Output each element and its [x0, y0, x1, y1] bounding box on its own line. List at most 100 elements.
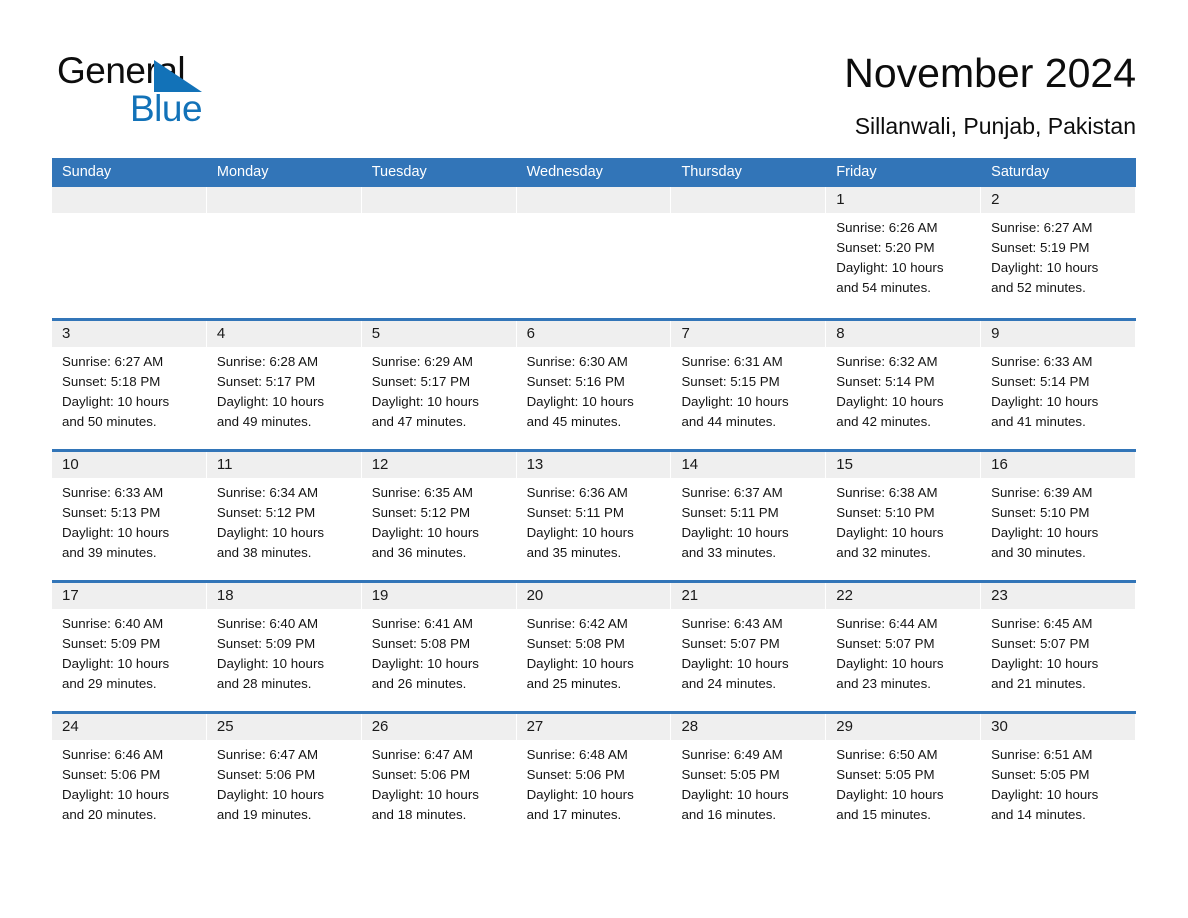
day-number: 13: [516, 452, 672, 478]
day-info-line: Sunset: 5:07 PM: [991, 636, 1090, 651]
day-sun-info: Sunrise: 6:46 AM Sunset: 5:06 PM Daylight:…: [52, 740, 207, 825]
day-number: 30: [981, 714, 1137, 740]
calendar-day-cell[interactable]: 23 Sunrise: 6:45 AM Sunset: 5:07 PM Dayligh…: [981, 583, 1137, 711]
day-number: 26: [361, 714, 517, 740]
day-info-line: Sunrise: 6:35 AM: [371, 485, 473, 500]
day-number: 25: [206, 714, 362, 740]
calendar-day-cell[interactable]: 12 Sunrise: 6:35 AM Sunset: 5:12 PM Dayligh…: [361, 452, 517, 580]
calendar-day-cell-empty: [206, 187, 362, 318]
day-info-line: and 52 minutes.: [991, 280, 1086, 295]
calendar-day-cell[interactable]: 24 Sunrise: 6:46 AM Sunset: 5:06 PM Dayligh…: [52, 714, 207, 842]
calendar-day-cell[interactable]: 14 Sunrise: 6:37 AM Sunset: 5:11 PM Dayligh…: [671, 452, 827, 580]
day-info-line: Sunset: 5:06 PM: [526, 767, 625, 782]
day-sun-info: Sunrise: 6:40 AM Sunset: 5:09 PM Daylight:…: [52, 609, 207, 694]
calendar-day-cell[interactable]: 27 Sunrise: 6:48 AM Sunset: 5:06 PM Dayligh…: [516, 714, 672, 842]
calendar-day-cell[interactable]: 29 Sunrise: 6:50 AM Sunset: 5:05 PM Dayligh…: [826, 714, 982, 842]
day-sun-info: [362, 213, 517, 218]
calendar-day-cell[interactable]: 22 Sunrise: 6:44 AM Sunset: 5:07 PM Dayligh…: [826, 583, 982, 711]
weekday-header-monday: Monday: [216, 164, 269, 180]
day-info-line: and 33 minutes.: [681, 545, 777, 560]
day-sun-info: Sunrise: 6:45 AM Sunset: 5:07 PM Daylight:…: [981, 609, 1136, 694]
calendar-week-row: 3 Sunrise: 6:27 AM Sunset: 5:18 PM Daylight…: [52, 318, 1137, 449]
day-sun-info: Sunrise: 6:37 AM Sunset: 5:11 PM Daylight:…: [671, 478, 826, 563]
day-sun-info: Sunrise: 6:36 AM Sunset: 5:11 PM Daylight:…: [517, 478, 672, 563]
generalblue-logo[interactable]: General Blue: [57, 50, 317, 130]
day-info-line: Sunrise: 6:43 AM: [681, 616, 783, 631]
day-info-line: Daylight: 10 hours: [681, 787, 789, 802]
calendar-week-row: 17 Sunrise: 6:40 AM Sunset: 5:09 PM Dayligh…: [52, 580, 1137, 711]
day-info-line: Sunset: 5:06 PM: [216, 767, 316, 782]
calendar-day-cell-empty: [361, 187, 517, 318]
day-info-line: Sunset: 5:05 PM: [991, 767, 1090, 782]
day-info-line: and 42 minutes.: [836, 414, 931, 429]
calendar-day-cell[interactable]: 13 Sunrise: 6:36 AM Sunset: 5:11 PM Dayligh…: [516, 452, 672, 580]
day-info-line: and 25 minutes.: [526, 676, 622, 691]
day-info-line: Sunrise: 6:42 AM: [526, 616, 628, 631]
calendar-day-cell[interactable]: 2 Sunrise: 6:27 AM Sunset: 5:19 PM Daylight…: [981, 187, 1137, 318]
day-number: 28: [671, 714, 827, 740]
day-info-line: Daylight: 10 hours: [371, 656, 479, 671]
day-info-line: Sunset: 5:05 PM: [681, 767, 780, 782]
calendar-day-cell[interactable]: 17 Sunrise: 6:40 AM Sunset: 5:09 PM Dayligh…: [52, 583, 207, 711]
calendar-day-cell[interactable]: 9 Sunrise: 6:33 AM Sunset: 5:14 PM Daylight…: [981, 321, 1137, 449]
calendar-day-cell[interactable]: 1 Sunrise: 6:26 AM Sunset: 5:20 PM Daylight…: [826, 187, 982, 318]
calendar-day-cell[interactable]: 16 Sunrise: 6:39 AM Sunset: 5:10 PM Dayligh…: [981, 452, 1137, 580]
calendar-day-cell[interactable]: 25 Sunrise: 6:47 AM Sunset: 5:06 PM Dayligh…: [206, 714, 362, 842]
day-info-line: Sunset: 5:09 PM: [216, 636, 316, 651]
calendar-day-cell[interactable]: 3 Sunrise: 6:27 AM Sunset: 5:18 PM Daylight…: [52, 321, 207, 449]
calendar-day-cell[interactable]: 5 Sunrise: 6:29 AM Sunset: 5:17 PM Daylight…: [361, 321, 517, 449]
day-info-line: Sunrise: 6:27 AM: [62, 354, 164, 369]
calendar-day-cell[interactable]: 26 Sunrise: 6:47 AM Sunset: 5:06 PM Dayligh…: [361, 714, 517, 842]
calendar-day-cell[interactable]: 18 Sunrise: 6:40 AM Sunset: 5:09 PM Dayligh…: [206, 583, 362, 711]
day-info-line: Sunrise: 6:40 AM: [62, 616, 164, 631]
day-number: 23: [981, 583, 1137, 609]
day-number: 9: [981, 321, 1137, 347]
day-info-line: and 41 minutes.: [991, 414, 1086, 429]
day-info-line: and 16 minutes.: [681, 807, 777, 822]
calendar-day-cell[interactable]: 19 Sunrise: 6:41 AM Sunset: 5:08 PM Dayligh…: [361, 583, 517, 711]
calendar-weeks: 1 Sunrise: 6:26 AM Sunset: 5:20 PM Daylight…: [52, 187, 1137, 842]
day-info-line: Daylight: 10 hours: [371, 394, 479, 409]
calendar-day-cell[interactable]: 15 Sunrise: 6:38 AM Sunset: 5:10 PM Dayligh…: [826, 452, 982, 580]
day-number: [361, 187, 517, 213]
weekday-header-thursday: Thursday: [681, 164, 742, 180]
day-info-line: and 36 minutes.: [371, 545, 467, 560]
page-title: November 2024: [844, 50, 1136, 96]
day-sun-info: Sunrise: 6:35 AM Sunset: 5:12 PM Daylight:…: [362, 478, 517, 563]
day-number: 22: [826, 583, 982, 609]
calendar-day-cell[interactable]: 4 Sunrise: 6:28 AM Sunset: 5:17 PM Daylight…: [206, 321, 362, 449]
calendar-day-cell[interactable]: 11 Sunrise: 6:34 AM Sunset: 5:12 PM Dayligh…: [206, 452, 362, 580]
day-number: 2: [981, 187, 1137, 213]
day-number: 8: [826, 321, 982, 347]
calendar-day-cell[interactable]: 21 Sunrise: 6:43 AM Sunset: 5:07 PM Dayligh…: [671, 583, 827, 711]
day-number: 20: [516, 583, 672, 609]
calendar-day-cell[interactable]: 8 Sunrise: 6:32 AM Sunset: 5:14 PM Daylight…: [826, 321, 982, 449]
day-info-line: Daylight: 10 hours: [991, 656, 1099, 671]
day-info-line: Daylight: 10 hours: [681, 656, 789, 671]
day-info-line: Sunrise: 6:47 AM: [216, 747, 319, 762]
day-info-line: and 44 minutes.: [681, 414, 777, 429]
calendar-day-cell[interactable]: 7 Sunrise: 6:31 AM Sunset: 5:15 PM Daylight…: [671, 321, 827, 449]
day-info-line: Daylight: 10 hours: [216, 525, 325, 540]
day-sun-info: Sunrise: 6:41 AM Sunset: 5:08 PM Daylight:…: [362, 609, 517, 694]
day-info-line: Sunrise: 6:28 AM: [216, 354, 319, 369]
day-sun-info: Sunrise: 6:27 AM Sunset: 5:19 PM Daylight:…: [981, 213, 1136, 298]
day-info-line: Daylight: 10 hours: [991, 525, 1099, 540]
day-info-line: Sunrise: 6:45 AM: [991, 616, 1093, 631]
day-info-line: Daylight: 10 hours: [991, 787, 1099, 802]
calendar-day-cell[interactable]: 30 Sunrise: 6:51 AM Sunset: 5:05 PM Dayligh…: [981, 714, 1137, 842]
day-info-line: Sunrise: 6:49 AM: [681, 747, 783, 762]
calendar-day-cell[interactable]: 20 Sunrise: 6:42 AM Sunset: 5:08 PM Dayligh…: [516, 583, 672, 711]
day-sun-info: Sunrise: 6:33 AM Sunset: 5:14 PM Daylight:…: [981, 347, 1136, 432]
day-sun-info: Sunrise: 6:39 AM Sunset: 5:10 PM Daylight:…: [981, 478, 1136, 563]
day-info-line: Sunrise: 6:34 AM: [216, 485, 319, 500]
calendar-day-cell[interactable]: 10 Sunrise: 6:33 AM Sunset: 5:13 PM Dayligh…: [52, 452, 207, 580]
day-sun-info: Sunrise: 6:33 AM Sunset: 5:13 PM Daylight:…: [52, 478, 207, 563]
day-info-line: Sunrise: 6:30 AM: [526, 354, 628, 369]
calendar-day-cell[interactable]: 6 Sunrise: 6:30 AM Sunset: 5:16 PM Daylight…: [516, 321, 672, 449]
day-sun-info: Sunrise: 6:48 AM Sunset: 5:06 PM Daylight:…: [517, 740, 672, 825]
day-number: 19: [361, 583, 517, 609]
day-info-line: and 39 minutes.: [62, 545, 157, 560]
day-info-line: Sunset: 5:18 PM: [62, 374, 161, 389]
calendar-day-cell[interactable]: 28 Sunrise: 6:49 AM Sunset: 5:05 PM Dayligh…: [671, 714, 827, 842]
